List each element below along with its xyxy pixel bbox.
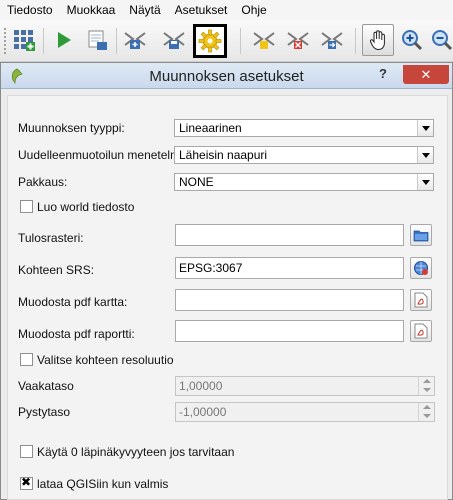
- compression-label: Pakkaus:: [18, 175, 68, 189]
- menu-help[interactable]: Ohje: [234, 0, 273, 20]
- zoom-out-icon[interactable]: [428, 26, 453, 54]
- menu-file[interactable]: Tiedosto: [0, 0, 60, 20]
- chevron-down-icon[interactable]: [417, 147, 433, 163]
- vertical-resolution-spinbox[interactable]: -1,00000: [175, 402, 435, 422]
- chevron-down-icon[interactable]: [417, 120, 433, 136]
- pdf-report-field[interactable]: [175, 320, 404, 342]
- compression-value: NONE: [179, 175, 214, 189]
- transparency-checkbox[interactable]: [20, 445, 33, 458]
- crs-globe-icon: [414, 261, 428, 275]
- pan-hand-icon[interactable]: [362, 24, 394, 56]
- horizontal-label: Vaakataso: [18, 379, 74, 393]
- raster-new-icon[interactable]: [250, 26, 278, 54]
- pdf-icon: [414, 323, 428, 339]
- menu-edit[interactable]: Muokkaa: [60, 0, 123, 20]
- transparency-label[interactable]: Käytä 0 läpinäkyvyyteen jos tarvitaan: [37, 445, 234, 459]
- vertical-label: Pystytaso: [18, 405, 71, 419]
- transform-type-select[interactable]: Lineaarinen: [174, 119, 434, 137]
- pdf-icon: [414, 292, 428, 308]
- resampling-select[interactable]: Läheisin naapuri: [174, 146, 434, 164]
- resampling-label: Uudelleenmuotoilun menetelmä:: [18, 148, 191, 162]
- resampling-value: Läheisin naapuri: [179, 148, 268, 162]
- target-resolution-label[interactable]: Valitse kohteen resoluutio: [37, 353, 174, 367]
- chevron-down-icon[interactable]: [417, 174, 433, 190]
- help-button[interactable]: ?: [379, 66, 387, 81]
- menu-bar: Tiedosto Muokkaa Näytä Asetukset Ohje: [0, 0, 453, 20]
- target-resolution-checkbox[interactable]: [20, 353, 33, 366]
- pdf-report-label: Muodosta pdf raportti:: [18, 327, 135, 341]
- vertical-value: -1,00000: [179, 405, 227, 419]
- compression-select[interactable]: NONE: [174, 173, 434, 191]
- select-crs-button[interactable]: [410, 257, 432, 279]
- raster-remove-icon[interactable]: [284, 26, 312, 54]
- zoom-in-icon[interactable]: [398, 26, 426, 54]
- toolbar-grip[interactable]: [3, 27, 7, 55]
- close-button[interactable]: ✕: [403, 65, 449, 84]
- pdf-map-label: Muodosta pdf kartta:: [18, 295, 128, 309]
- world-file-checkbox[interactable]: [20, 200, 33, 213]
- output-raster-label: Tulosrasteri:: [18, 231, 84, 245]
- world-file-label[interactable]: Luo world tiedosto: [37, 200, 134, 214]
- menu-settings[interactable]: Asetukset: [168, 0, 235, 20]
- run-icon[interactable]: [50, 26, 78, 54]
- browse-folder-button[interactable]: [410, 224, 432, 246]
- target-srs-field[interactable]: [175, 257, 404, 279]
- transform-type-label: Muunnoksen tyyppi:: [18, 121, 125, 135]
- raster-save-icon[interactable]: [160, 26, 188, 54]
- spin-buttons[interactable]: [418, 377, 434, 395]
- load-in-qgis-label[interactable]: lataa QGISiin kun valmis: [37, 477, 168, 491]
- settings-gear-icon[interactable]: [193, 24, 227, 58]
- load-in-qgis-checkbox[interactable]: [20, 475, 33, 490]
- transform-type-value: Lineaarinen: [179, 121, 242, 135]
- target-srs-label: Kohteen SRS:: [18, 263, 95, 277]
- pdf-map-button[interactable]: [410, 289, 432, 311]
- batch-mode-icon[interactable]: [10, 26, 38, 54]
- dialog-titlebar[interactable]: Muunnoksen asetukset ? ✕: [1, 63, 452, 89]
- horizontal-resolution-spinbox[interactable]: 1,00000: [175, 376, 435, 396]
- menu-view[interactable]: Näytä: [122, 0, 167, 20]
- output-raster-field[interactable]: [175, 224, 404, 246]
- folder-icon: [413, 230, 429, 242]
- raster-add-icon[interactable]: [121, 26, 149, 54]
- pdf-report-button[interactable]: [410, 320, 432, 342]
- transform-settings-dialog: Muunnoksen asetukset ? ✕ Muunnoksen tyyp…: [0, 62, 453, 500]
- pdf-map-field[interactable]: [175, 289, 404, 311]
- script-icon[interactable]: [83, 26, 111, 54]
- raster-export-icon[interactable]: [318, 26, 346, 54]
- toolbar: [0, 20, 453, 62]
- horizontal-value: 1,00000: [179, 379, 223, 393]
- spin-buttons[interactable]: [418, 403, 434, 421]
